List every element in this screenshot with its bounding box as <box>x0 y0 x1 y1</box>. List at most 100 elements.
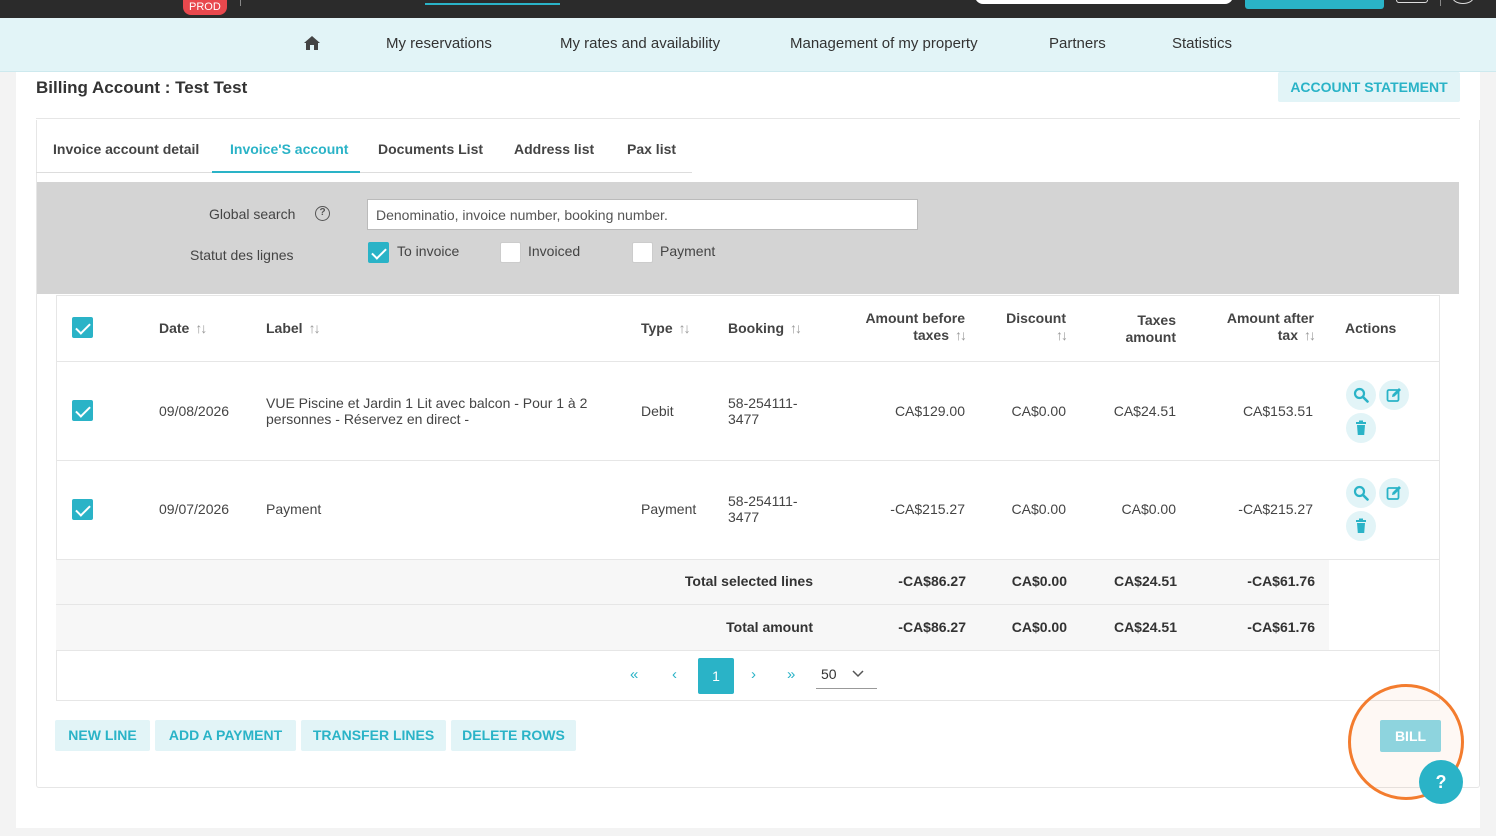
status-to-invoice-label: To invoice <box>397 243 460 259</box>
col-amount-before[interactable]: Amount before taxes ↑↓ <box>840 310 967 344</box>
row-booking-line2: 3477 <box>728 411 760 427</box>
row-checkbox[interactable] <box>72 400 93 421</box>
total-selected-taxes: CA$24.51 <box>1113 573 1177 589</box>
row-date: 09/08/2026 <box>159 403 230 419</box>
total-amount-after: -CA$61.76 <box>1247 619 1315 635</box>
row-divider <box>56 361 1440 362</box>
sort-icon: ↑↓ <box>678 320 691 336</box>
row-amount-before: CA$129.00 <box>894 403 965 419</box>
row-taxes: CA$24.51 <box>1113 403 1176 419</box>
col-label-label: Label <box>266 320 303 336</box>
current-page-button[interactable]: 1 <box>698 658 734 694</box>
tab-address-list[interactable]: Address list <box>514 141 594 157</box>
nav-my-reservations[interactable]: My reservations <box>386 35 492 52</box>
edit-button[interactable] <box>1379 478 1409 508</box>
edit-icon <box>1386 388 1401 402</box>
next-page-button[interactable]: › <box>751 666 756 683</box>
delete-button[interactable] <box>1346 413 1376 443</box>
top-search-input[interactable] <box>975 0 1233 4</box>
help-button[interactable]: ? <box>1419 760 1463 804</box>
tab-documents-list[interactable]: Documents List <box>378 141 483 157</box>
trash-icon <box>1356 420 1366 435</box>
row-amount-after: -CA$215.27 <box>1238 501 1313 517</box>
sort-icon: ↑↓ <box>1304 327 1316 343</box>
col-actions: Actions <box>1345 320 1397 336</box>
global-search-input[interactable] <box>367 199 918 230</box>
sort-icon: ↑↓ <box>790 320 802 336</box>
page-size-select[interactable]: 50 <box>816 658 877 689</box>
row-label: VUE Piscine et Jardin 1 Lit avec balcon … <box>266 395 606 427</box>
col-label[interactable]: Label ↑↓ <box>266 320 321 337</box>
top-action-button[interactable] <box>1245 0 1384 9</box>
help-circle-icon[interactable]: ? <box>315 206 330 221</box>
total-amount-before: -CA$86.27 <box>898 619 966 635</box>
row-booking-line1: 58-254111- <box>728 395 798 411</box>
user-icon[interactable] <box>1452 0 1474 4</box>
global-search-label: Global search <box>209 206 296 222</box>
sort-icon: ↑↓ <box>955 327 967 343</box>
tab-pax-list[interactable]: Pax list <box>627 141 676 157</box>
col-amount-before-line2: taxes <box>913 327 949 343</box>
sort-icon: ↑↓ <box>195 320 207 336</box>
col-amount-after-line2: tax <box>1277 327 1298 343</box>
row-booking[interactable]: 58-254111- 3477 <box>728 493 798 525</box>
env-badge: PROD <box>183 0 227 15</box>
prev-page-button[interactable]: ‹ <box>672 666 677 683</box>
delete-rows-button[interactable]: DELETE ROWS <box>451 720 576 751</box>
col-amount-before-line1: Amount before <box>865 310 965 326</box>
col-amount-after[interactable]: Amount after tax ↑↓ <box>1200 310 1316 344</box>
home-icon[interactable] <box>303 35 321 51</box>
row-type: Payment <box>641 501 697 517</box>
row-date: 09/07/2026 <box>159 501 230 517</box>
main-nav: My reservations My rates and availabilit… <box>0 18 1496 72</box>
status-to-invoice-checkbox[interactable] <box>368 242 389 263</box>
row-checkbox[interactable] <box>72 499 93 520</box>
page-size-value: 50 <box>821 666 837 682</box>
add-payment-button[interactable]: ADD A PAYMENT <box>155 720 296 751</box>
total-amount-label: Total amount <box>726 619 813 635</box>
col-type-label: Type <box>641 320 673 336</box>
transfer-lines-button[interactable]: TRANSFER LINES <box>301 720 446 751</box>
nav-rates-availability[interactable]: My rates and availability <box>560 35 720 52</box>
status-payment-label: Payment <box>660 243 716 259</box>
row-amount-before: -CA$215.27 <box>890 501 965 517</box>
status-payment-checkbox[interactable] <box>632 242 653 263</box>
row-taxes: CA$0.00 <box>1121 501 1176 517</box>
sort-icon: ↑↓ <box>1056 327 1068 343</box>
delete-button[interactable] <box>1346 511 1376 541</box>
col-discount[interactable]: Discount ↑↓ <box>980 310 1068 344</box>
nav-property-management[interactable]: Management of my property <box>790 35 978 52</box>
col-amount-after-line1: Amount after <box>1226 310 1314 326</box>
nav-statistics[interactable]: Statistics <box>1172 35 1232 52</box>
first-page-button[interactable]: « <box>630 666 638 683</box>
edit-button[interactable] <box>1379 380 1409 410</box>
chevron-down-icon <box>852 670 864 678</box>
last-page-button[interactable]: » <box>787 666 795 683</box>
window-icon[interactable] <box>1396 0 1428 3</box>
view-button[interactable] <box>1346 478 1376 508</box>
row-label-line2: personnes - Réservez en direct - <box>266 411 470 427</box>
tab-invoices-account[interactable]: Invoice'S account <box>230 141 348 157</box>
row-booking[interactable]: 58-254111- 3477 <box>728 395 798 427</box>
col-booking-label: Booking <box>728 320 784 336</box>
col-discount-label: Discount <box>1006 310 1066 326</box>
total-selected-discount: CA$0.00 <box>1011 573 1067 589</box>
col-type[interactable]: Type ↑↓ <box>641 320 691 337</box>
magnify-icon <box>1353 387 1369 403</box>
divider <box>240 0 241 6</box>
row-label: Payment <box>266 501 606 517</box>
status-label: Statut des lignes <box>190 247 294 263</box>
total-amount-taxes: CA$24.51 <box>1113 619 1177 635</box>
account-statement-button[interactable]: ACCOUNT STATEMENT <box>1278 72 1460 102</box>
tab-invoice-account-detail[interactable]: Invoice account detail <box>53 141 199 157</box>
status-invoiced-checkbox[interactable] <box>500 242 521 263</box>
nav-partners[interactable]: Partners <box>1049 35 1106 52</box>
col-booking[interactable]: Booking ↑↓ <box>728 320 802 337</box>
row-label-line1: Payment <box>266 501 322 517</box>
row-booking-line1: 58-254111- <box>728 493 798 509</box>
select-all-checkbox[interactable] <box>72 317 93 338</box>
col-date[interactable]: Date ↑↓ <box>159 320 207 337</box>
new-line-button[interactable]: NEW LINE <box>55 720 150 751</box>
bill-button[interactable]: BILL <box>1380 720 1441 752</box>
view-button[interactable] <box>1346 380 1376 410</box>
